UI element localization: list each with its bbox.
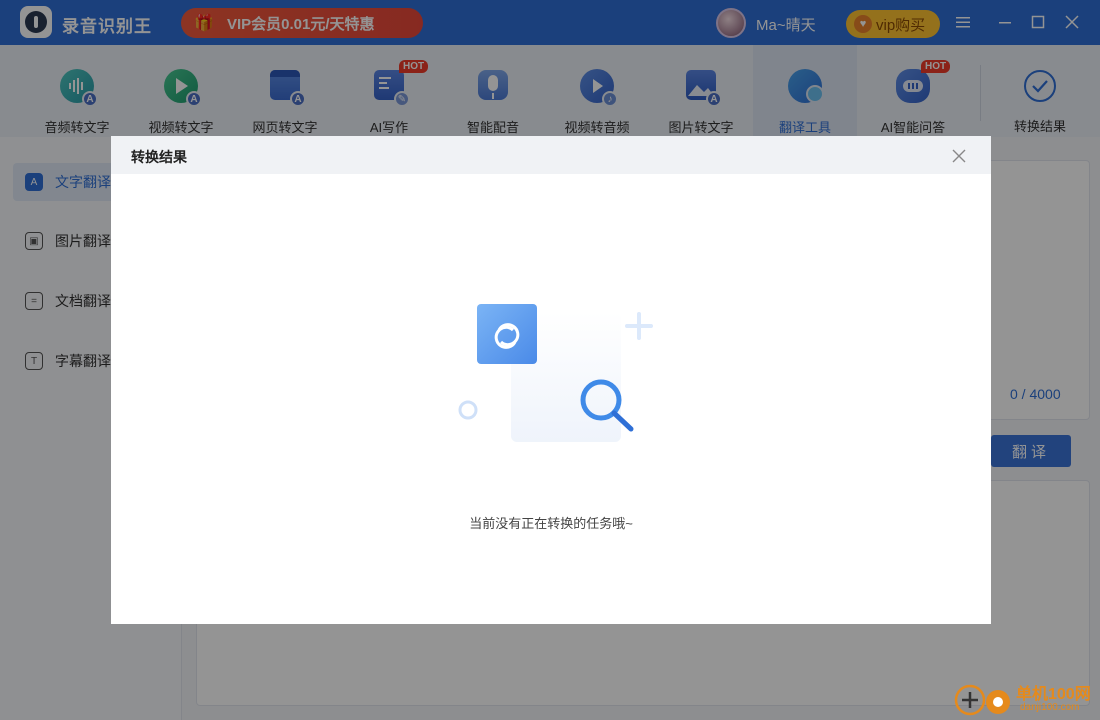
watermark-site-name: 单机100网 [1016,686,1091,703]
empty-state-illustration [451,296,661,456]
dialog-header: 转换结果 [111,136,991,174]
conversion-result-dialog: 转换结果 当前没有正在转换的任务哦~ [111,136,991,624]
dialog-title: 转换结果 [131,149,187,165]
dialog-close-icon[interactable] [949,146,969,166]
watermark-site-url: danji100.com [1020,702,1080,713]
empty-state-message: 当前没有正在转换的任务哦~ [469,516,633,531]
